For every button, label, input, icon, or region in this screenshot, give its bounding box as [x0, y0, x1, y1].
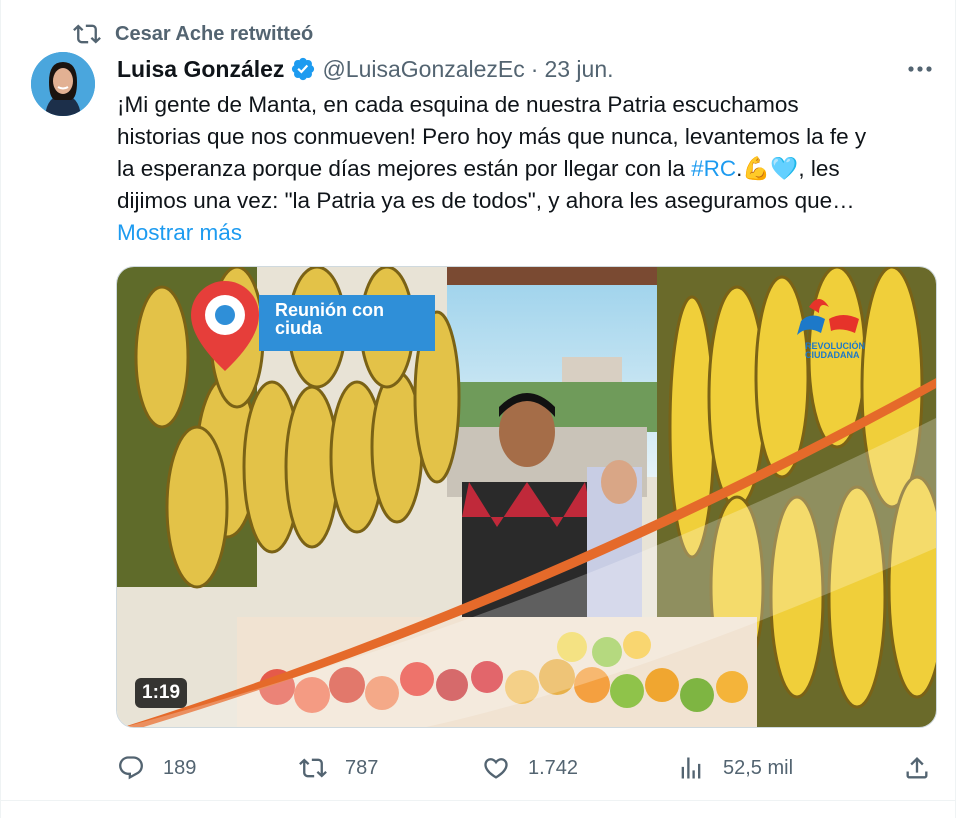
like-button[interactable]: 1.742	[482, 748, 578, 788]
avatar[interactable]	[31, 52, 95, 116]
author-name[interactable]: Luisa González	[117, 56, 284, 83]
tweet-text: ¡Mi gente de Manta, en cada esquina de n…	[117, 89, 877, 249]
retweet-button[interactable]: 787	[299, 748, 378, 788]
brand-logo-text: REVOLUCIÓN CIUDADANA	[805, 341, 866, 360]
views-button[interactable]: 52,5 mil	[677, 748, 793, 788]
hashtag-link[interactable]: #RC	[691, 156, 736, 181]
more-options-icon[interactable]	[905, 56, 935, 82]
retweet-context[interactable]: Cesar Ache retwitteó	[73, 20, 313, 48]
tweet-actions-bar: 189 787 1.742 52,5 mil	[117, 748, 937, 788]
share-icon	[906, 757, 928, 779]
reply-icon	[119, 756, 143, 780]
reply-count: 189	[163, 756, 197, 779]
views-chart-icon	[681, 757, 701, 779]
heart-icon	[484, 758, 508, 779]
reply-button[interactable]: 189	[117, 748, 196, 788]
retweet-count: 787	[345, 756, 379, 779]
video-player[interactable]	[116, 266, 937, 728]
retweet-icon	[73, 24, 101, 44]
author-handle[interactable]: @LuisaGonzalezEc	[322, 56, 524, 83]
show-more-link[interactable]: Mostrar más	[117, 220, 242, 245]
like-count: 1.742	[528, 756, 579, 779]
retweet-label: Cesar Ache retwitteó	[115, 22, 314, 45]
verified-badge-icon[interactable]	[290, 56, 316, 82]
views-count: 52,5 mil	[723, 756, 794, 779]
retweet-icon	[299, 758, 327, 778]
video-duration-badge: 1:19	[135, 678, 188, 708]
tweet-header: Luisa González @LuisaGonzalezEc · 23 jun…	[117, 52, 935, 86]
tweet-date[interactable]: 23 jun.	[544, 56, 613, 83]
video-thumbnail	[117, 267, 936, 727]
separator-dot: ·	[530, 55, 539, 82]
avatar-image	[31, 52, 95, 116]
divider	[1, 800, 956, 801]
video-overlay-caption: Reunión con ciuda	[259, 295, 435, 351]
tweet-card[interactable]: Cesar Ache retwitteó Luisa González @Lui…	[0, 0, 956, 818]
share-button[interactable]	[903, 748, 931, 788]
